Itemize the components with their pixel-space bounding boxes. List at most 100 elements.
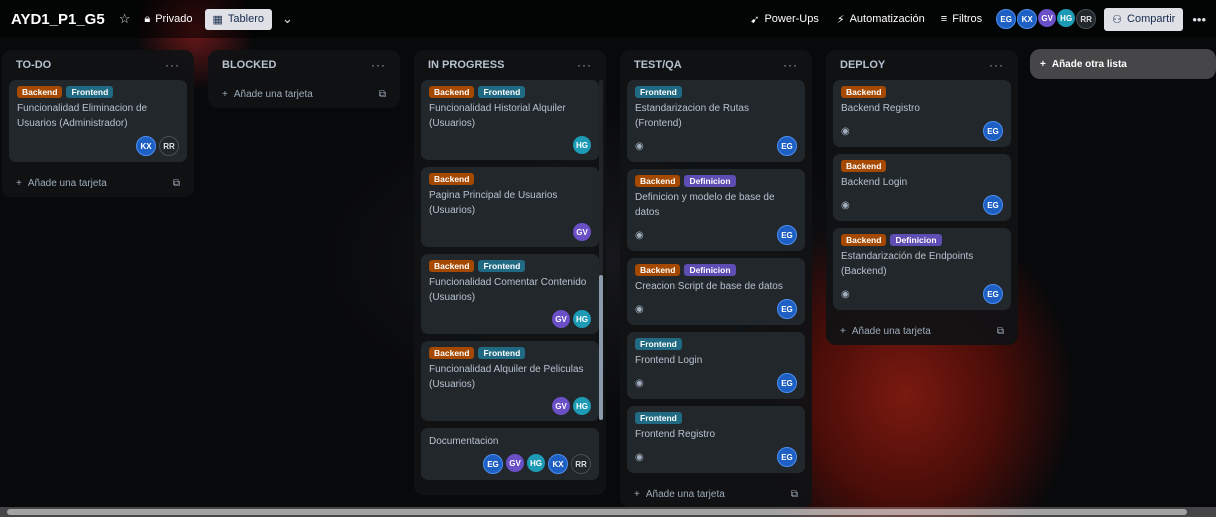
card[interactable]: Backend Definicion Creacion Script de base…	[627, 258, 805, 325]
card[interactable]: Frontend Frontend Login ◉ EG	[627, 332, 805, 399]
member-avatar[interactable]: EG	[777, 299, 797, 319]
label-backend[interactable]: Backend	[635, 175, 681, 187]
more-icon[interactable]: ···	[165, 58, 180, 72]
more-icon[interactable]: ···	[989, 58, 1004, 72]
member-avatar[interactable]: EG	[777, 447, 797, 467]
card[interactable]: Backend Backend Registro ◉ EG	[833, 80, 1011, 147]
card[interactable]: Backend Backend Login ◉ EG	[833, 154, 1011, 221]
card-footer: GV HG	[429, 310, 591, 328]
board-members[interactable]: EG KX GV HG RR	[996, 9, 1097, 29]
more-icon[interactable]: ···	[783, 58, 798, 72]
add-list-button[interactable]: + Añade otra lista	[1030, 49, 1216, 79]
board-view-button[interactable]: ▦ Tablero	[204, 8, 272, 30]
template-icon[interactable]: ⧉	[173, 178, 180, 189]
star-icon[interactable]: ☆	[119, 11, 131, 27]
card[interactable]: Backend Frontend Funcionalidad Historial A…	[421, 80, 599, 160]
card[interactable]: Backend Frontend Funcionalidad Alquiler de…	[421, 341, 599, 421]
more-icon[interactable]: •••	[1192, 12, 1206, 27]
member-avatar[interactable]: GV	[552, 310, 570, 328]
member-avatar[interactable]: KX	[1017, 9, 1038, 29]
scrollbar-thumb[interactable]	[599, 275, 603, 420]
member-avatar[interactable]: KX	[136, 136, 156, 156]
card[interactable]: Backend Pagina Principal de Usuarios (Usu…	[421, 167, 599, 247]
list-title[interactable]: IN PROGRESS	[428, 59, 504, 71]
member-avatar[interactable]: EG	[777, 136, 797, 156]
list-title[interactable]: TO-DO	[16, 59, 51, 71]
horizontal-scrollbar[interactable]	[0, 507, 1216, 517]
board-title[interactable]: AYD1_P1_G5	[11, 11, 105, 28]
member-avatar[interactable]: RR	[1076, 9, 1097, 29]
member-avatar[interactable]: EG	[483, 454, 503, 474]
scrollbar-thumb[interactable]	[7, 509, 1187, 515]
label-frontend[interactable]: Frontend	[66, 86, 114, 98]
member-avatar[interactable]: KX	[548, 454, 568, 474]
member-avatar[interactable]: EG	[777, 225, 797, 245]
card[interactable]: Documentacion EG GV HG KX RR	[421, 428, 599, 480]
label-definicion[interactable]: Definicion	[684, 264, 736, 276]
template-icon[interactable]: ⧉	[379, 89, 386, 100]
member-avatar[interactable]: RR	[571, 454, 591, 474]
member-avatar[interactable]: GV	[1038, 9, 1057, 27]
label-frontend[interactable]: Frontend	[478, 260, 526, 272]
member-avatar[interactable]: HG	[573, 397, 591, 415]
add-card-button[interactable]: +Añade una tarjeta⧉	[833, 317, 1011, 345]
label-backend[interactable]: Backend	[635, 264, 681, 276]
add-card-button[interactable]: +Añade una tarjeta⧉	[215, 80, 393, 108]
member-avatar[interactable]: EG	[983, 121, 1003, 141]
member-avatar[interactable]: HG	[573, 136, 591, 154]
member-avatar[interactable]: HG	[573, 310, 591, 328]
filters-button[interactable]: ≡ Filtros	[941, 13, 982, 25]
label-backend[interactable]: Backend	[841, 86, 887, 98]
template-icon[interactable]: ⧉	[997, 326, 1004, 337]
member-avatar[interactable]: EG	[996, 9, 1017, 29]
share-button[interactable]: ⚇ Compartir	[1104, 7, 1184, 31]
member-avatar[interactable]: RR	[159, 136, 179, 156]
label-frontend[interactable]: Frontend	[478, 86, 526, 98]
card-labels: Backend Definicion	[635, 264, 797, 276]
member-avatar[interactable]: HG	[527, 454, 545, 472]
add-card-button[interactable]: +Añade una tarjeta⧉	[627, 480, 805, 508]
label-backend[interactable]: Backend	[841, 234, 887, 246]
label-backend[interactable]: Backend	[429, 86, 475, 98]
card[interactable]: Backend Definicion Estandarización de Endp…	[833, 228, 1011, 310]
chevron-down-icon[interactable]: ⌄	[282, 11, 293, 27]
label-backend[interactable]: Backend	[429, 347, 475, 359]
list-scrollbar[interactable]	[599, 80, 603, 420]
label-backend[interactable]: Backend	[429, 173, 475, 185]
label-definicion[interactable]: Definicion	[684, 175, 736, 187]
add-card-button[interactable]: +Añade una tarjeta⧉	[421, 487, 599, 495]
list-title[interactable]: BLOCKED	[222, 59, 276, 71]
label-frontend[interactable]: Frontend	[635, 412, 682, 424]
list-title[interactable]: DEPLOY	[840, 59, 885, 71]
label-backend[interactable]: Backend	[841, 160, 887, 172]
member-avatar[interactable]: EG	[983, 284, 1003, 304]
list-title[interactable]: TEST/QA	[634, 59, 682, 71]
member-avatar[interactable]: EG	[777, 373, 797, 393]
member-avatar[interactable]: GV	[573, 223, 591, 241]
more-icon[interactable]: ···	[577, 58, 592, 72]
more-icon[interactable]: ···	[371, 58, 386, 72]
card[interactable]: Backend Frontend Funcionalidad Comentar Co…	[421, 254, 599, 334]
label-frontend[interactable]: Frontend	[478, 347, 526, 359]
visibility-button[interactable]: 🔒︎ Privado	[144, 13, 192, 26]
list-todo: TO-DO ··· Backend Frontend Funcionalidad Eli…	[2, 50, 194, 197]
label-backend[interactable]: Backend	[429, 260, 475, 272]
label-definicion[interactable]: Definicion	[890, 234, 942, 246]
card[interactable]: Frontend Frontend Registro ◉ EG	[627, 406, 805, 473]
member-avatar[interactable]: GV	[506, 454, 524, 472]
card-members: KX RR	[136, 136, 179, 156]
powerups-button[interactable]: ➹ Power-Ups	[750, 13, 819, 26]
label-frontend[interactable]: Frontend	[635, 338, 682, 350]
label-frontend[interactable]: Frontend	[635, 86, 682, 98]
card[interactable]: Frontend Estandarizacion de Rutas (Fronte…	[627, 80, 805, 162]
template-icon[interactable]: ⧉	[791, 489, 798, 500]
card[interactable]: Backend Definicion Definicion y modelo de …	[627, 169, 805, 251]
add-card-button[interactable]: +Añade una tarjeta⧉	[9, 169, 187, 197]
card[interactable]: Backend Frontend Funcionalidad Eliminacion…	[9, 80, 187, 162]
member-avatar[interactable]: GV	[552, 397, 570, 415]
member-avatar[interactable]: EG	[983, 195, 1003, 215]
label-backend[interactable]: Backend	[17, 86, 63, 98]
card-footer: ◉ EG	[635, 136, 797, 156]
automation-button[interactable]: ⚡︎ Automatización	[837, 13, 925, 26]
member-avatar[interactable]: HG	[1057, 9, 1076, 27]
